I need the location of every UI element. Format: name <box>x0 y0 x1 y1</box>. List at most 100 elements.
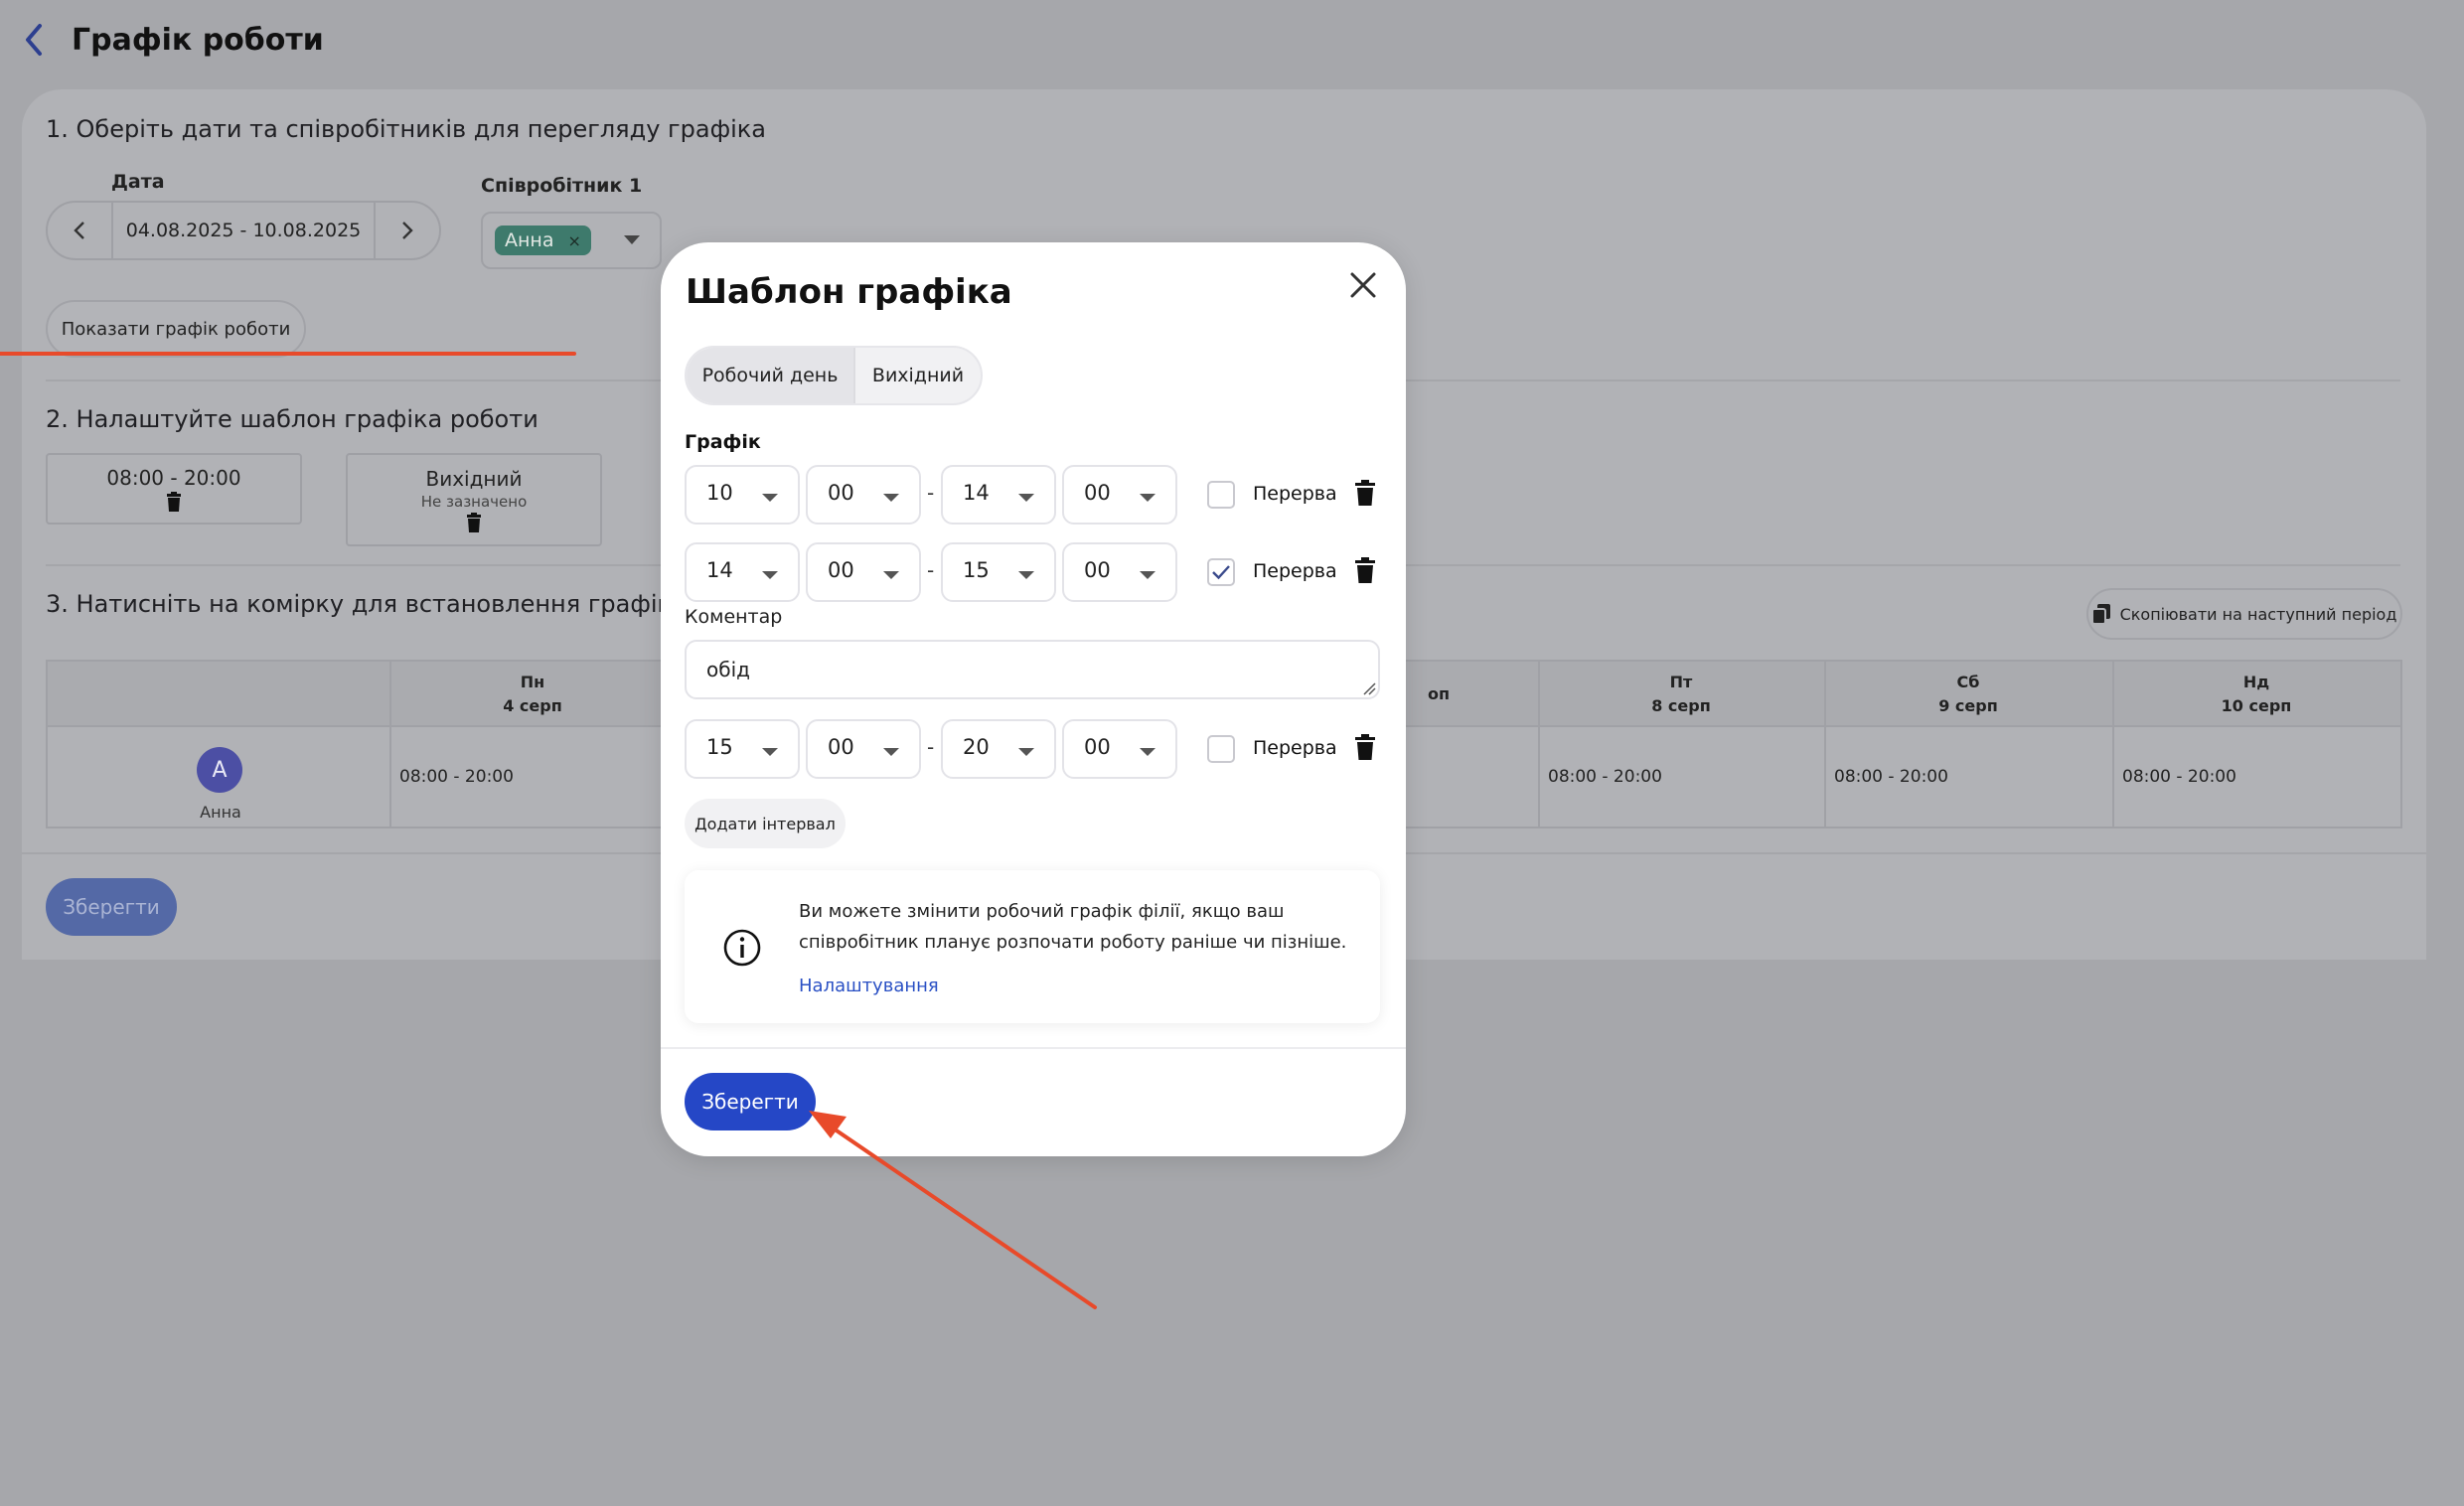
select-value: 00 <box>828 735 854 759</box>
select-value: 20 <box>963 735 990 759</box>
next-period-button[interactable] <box>376 203 439 258</box>
template-subtitle: Не зазначено <box>420 493 528 511</box>
select-value: 15 <box>706 735 733 759</box>
section-1-title: 1. Оберіть дати та співробітників для пе… <box>46 115 766 143</box>
employee-select[interactable]: Анна × <box>481 212 662 269</box>
schedule-label: Графік <box>685 431 761 453</box>
to-hour-select[interactable]: 14 <box>941 465 1056 525</box>
to-minute-select[interactable]: 00 <box>1062 719 1177 779</box>
date-range-picker: 04.08.2025 - 10.08.2025 <box>46 201 441 260</box>
from-minute-select[interactable]: 00 <box>806 465 921 525</box>
employee-chip: Анна × <box>495 226 591 255</box>
copy-icon <box>2091 604 2110 624</box>
check-icon <box>1212 565 1230 580</box>
info-text: Ви можете змінити робочий графік філії, … <box>799 901 1347 953</box>
select-value: 00 <box>1084 735 1111 759</box>
day-header: Нд 10 серп <box>2112 662 2400 727</box>
settings-link[interactable]: Налаштування <box>799 976 939 996</box>
chip-remove-icon[interactable]: × <box>568 231 581 250</box>
from-hour-select[interactable]: 15 <box>685 719 800 779</box>
select-value: 00 <box>1084 558 1111 582</box>
select-value: 00 <box>828 481 854 505</box>
chevron-left-icon <box>74 222 84 239</box>
range-separator: - <box>927 558 935 582</box>
info-icon <box>723 929 761 967</box>
show-schedule-button[interactable]: Показати графік роботи <box>46 300 306 358</box>
copy-button-label: Скопіювати на наступний період <box>2119 604 2397 624</box>
modal-title: Шаблон графіка <box>686 272 1012 312</box>
prev-period-button[interactable] <box>48 203 111 258</box>
break-label: Перерва <box>1253 483 1337 505</box>
trash-icon[interactable] <box>1354 734 1376 760</box>
from-hour-select[interactable]: 10 <box>685 465 800 525</box>
break-label: Перерва <box>1253 737 1337 759</box>
day-name: Пн <box>520 673 545 691</box>
trash-icon[interactable] <box>1354 480 1376 506</box>
save-button-background[interactable]: Зберегти <box>46 878 177 936</box>
day-name: Нд <box>2242 673 2270 691</box>
caret-down-icon <box>1140 571 1155 579</box>
to-minute-select[interactable]: 00 <box>1062 465 1177 525</box>
break-checkbox[interactable] <box>1207 735 1235 763</box>
page-header: Графік роботи <box>20 22 324 58</box>
employee-label: Співробітник 1 <box>481 175 643 197</box>
close-icon[interactable] <box>1348 270 1378 300</box>
select-value: 14 <box>706 558 733 582</box>
to-minute-select[interactable]: 00 <box>1062 542 1177 602</box>
copy-next-period-button[interactable]: Скопіювати на наступний період <box>2086 588 2402 640</box>
caret-down-icon <box>1140 748 1155 756</box>
date-range-value[interactable]: 04.08.2025 - 10.08.2025 <box>111 203 376 258</box>
select-value: 00 <box>828 558 854 582</box>
tab-dayoff[interactable]: Вихідний <box>855 348 981 403</box>
template-card-workday[interactable]: 08:00 - 20:00 <box>46 453 302 525</box>
select-value: 10 <box>706 481 733 505</box>
save-button[interactable]: Зберегти <box>685 1073 816 1130</box>
schedule-cell[interactable]: 08:00 - 20:00 <box>2122 767 2236 787</box>
trash-icon[interactable] <box>1354 557 1376 583</box>
schedule-cell[interactable]: 08:00 - 20:00 <box>399 767 514 787</box>
template-card-dayoff[interactable]: Вихідний Не зазначено <box>346 453 602 546</box>
caret-down-icon <box>762 571 778 579</box>
day-date: 10 серп <box>2221 696 2292 715</box>
caret-down-icon <box>883 571 899 579</box>
avatar: A <box>197 747 242 793</box>
schedule-cell[interactable]: 08:00 - 20:00 <box>1548 767 1662 787</box>
schedule-cell[interactable]: 08:00 - 20:00 <box>1834 767 1948 787</box>
date-label: Дата <box>111 171 165 193</box>
comment-value: обід <box>706 658 750 681</box>
chevron-right-icon <box>402 222 413 239</box>
comment-textarea[interactable]: обід <box>685 640 1380 699</box>
section-2-title: 2. Налаштуйте шаблон графіка роботи <box>46 405 539 433</box>
interval-row: 15 00 - 20 00 Перерва <box>685 719 1380 779</box>
trash-icon[interactable] <box>166 492 182 512</box>
trash-icon[interactable] <box>466 513 482 532</box>
break-checkbox-checked[interactable] <box>1207 558 1235 586</box>
to-hour-select[interactable]: 20 <box>941 719 1056 779</box>
day-header: Пн 4 серп <box>389 662 676 727</box>
annotation-underline <box>0 352 576 356</box>
resize-grip-icon[interactable] <box>1362 681 1376 695</box>
day-name: Пт <box>1669 673 1693 691</box>
interval-row: 10 00 - 14 00 Перерва <box>685 465 1380 525</box>
caret-down-icon <box>762 748 778 756</box>
range-separator: - <box>927 735 935 759</box>
caret-down-icon <box>883 494 899 502</box>
employee-chip-label: Анна <box>505 229 554 251</box>
comment-label: Коментар <box>685 606 783 628</box>
from-minute-select[interactable]: 00 <box>806 542 921 602</box>
caret-down-icon <box>762 494 778 502</box>
employee-name: Анна <box>200 803 241 822</box>
from-hour-select[interactable]: 14 <box>685 542 800 602</box>
add-interval-button[interactable]: Додати інтервал <box>685 799 846 848</box>
chevron-left-icon[interactable] <box>20 22 50 58</box>
template-title: 08:00 - 20:00 <box>106 466 241 490</box>
modal-divider <box>661 1047 1406 1049</box>
tab-workday[interactable]: Робочий день <box>687 348 855 403</box>
day-name: Сб <box>1956 673 1980 691</box>
to-hour-select[interactable]: 15 <box>941 542 1056 602</box>
break-checkbox[interactable] <box>1207 481 1235 509</box>
caret-down-icon[interactable] <box>624 235 640 244</box>
break-label: Перерва <box>1253 560 1337 582</box>
select-value: 00 <box>1084 481 1111 505</box>
from-minute-select[interactable]: 00 <box>806 719 921 779</box>
